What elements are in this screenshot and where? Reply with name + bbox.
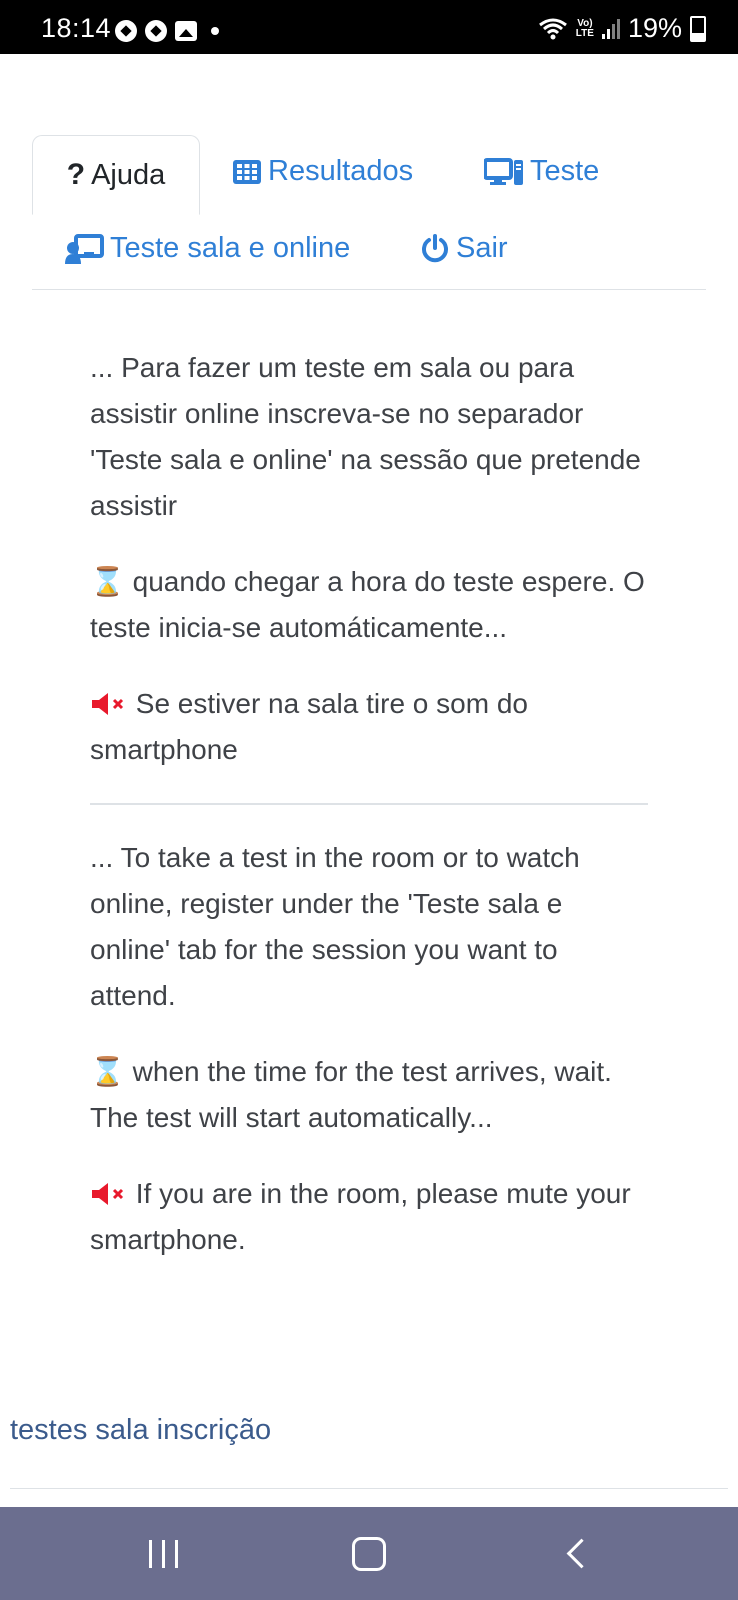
tab-teste[interactable]: Teste <box>484 155 599 188</box>
volte-lte-icon: Vo) LTE <box>575 17 594 39</box>
notification-icons <box>115 20 219 42</box>
status-time: 18:14 <box>41 13 112 43</box>
tab-resultados[interactable]: Resultados <box>232 155 413 188</box>
tab-sair[interactable]: Sair <box>420 232 508 265</box>
power-icon <box>422 233 448 262</box>
testes-sala-inscricao-link[interactable]: testes sala inscrição <box>10 1414 271 1447</box>
tab-ajuda[interactable]: ? Ajuda <box>32 135 200 215</box>
recent-apps-button[interactable] <box>103 1507 223 1600</box>
soccer-ball-icon <box>145 20 167 42</box>
pt-wait-text: quando chegar a hora do teste espere. O … <box>90 566 645 643</box>
pt-mute-text: Se estiver na sala tire o som do smartph… <box>90 688 528 765</box>
en-mute-paragraph: If you are in the room, please mute your… <box>90 1171 650 1263</box>
home-icon <box>352 1536 386 1571</box>
more-notifications-dot-icon <box>211 27 219 35</box>
signal-strength-icon <box>601 18 620 39</box>
en-mute-text: If you are in the room, please mute your… <box>90 1178 631 1255</box>
gallery-icon <box>175 21 197 41</box>
tab-label: Ajuda <box>91 158 166 191</box>
volte-label: Vo) <box>577 17 593 29</box>
tab-label: Teste <box>530 155 600 187</box>
desktop-computer-icon <box>484 157 523 185</box>
system-navigation-bar <box>0 1507 738 1600</box>
battery-icon <box>690 15 706 42</box>
tab-label: Sair <box>456 232 508 264</box>
status-bar: 18:14 Vo) LTE 19% <box>0 0 738 54</box>
status-icons-right: Vo) LTE 19% <box>538 13 706 44</box>
en-intro-text: ... To take a test in the room or to wat… <box>90 842 580 1011</box>
nav-tabs: ? Ajuda Resultados Teste Teste sala e on… <box>32 135 706 290</box>
tab-label: Teste sala e online <box>110 232 351 264</box>
home-button[interactable] <box>309 1507 429 1600</box>
volume-mute-icon <box>92 693 124 715</box>
language-divider <box>90 803 648 805</box>
teacher-whiteboard-icon <box>65 233 104 264</box>
back-chevron-icon <box>566 1538 596 1569</box>
question-icon: ? <box>66 158 86 191</box>
table-icon <box>233 159 261 184</box>
help-content: ... Para fazer um teste em sala ou para … <box>90 345 650 1293</box>
tab-label: Resultados <box>268 155 414 187</box>
hourglass-icon: ⌛ <box>90 566 125 597</box>
lte-label: LTE <box>575 27 594 39</box>
hourglass-icon: ⌛ <box>90 1056 125 1087</box>
en-wait-text: when the time for the test arrives, wait… <box>90 1056 612 1133</box>
pt-wait-paragraph: ⌛ quando chegar a hora do teste espere. … <box>90 559 650 651</box>
pt-mute-paragraph: Se estiver na sala tire o som do smartph… <box>90 681 650 773</box>
volume-mute-icon <box>92 1183 124 1205</box>
battery-percent: 19% <box>627 13 682 43</box>
wifi-icon <box>538 18 567 39</box>
soccer-ball-icon <box>115 20 137 42</box>
pt-intro-text: ... Para fazer um teste em sala ou para … <box>90 352 641 521</box>
back-button[interactable] <box>516 1507 636 1600</box>
footer-divider <box>10 1488 728 1489</box>
tab-teste-sala-online[interactable]: Teste sala e online <box>64 232 350 265</box>
en-wait-paragraph: ⌛ when the time for the test arrives, wa… <box>90 1049 650 1141</box>
